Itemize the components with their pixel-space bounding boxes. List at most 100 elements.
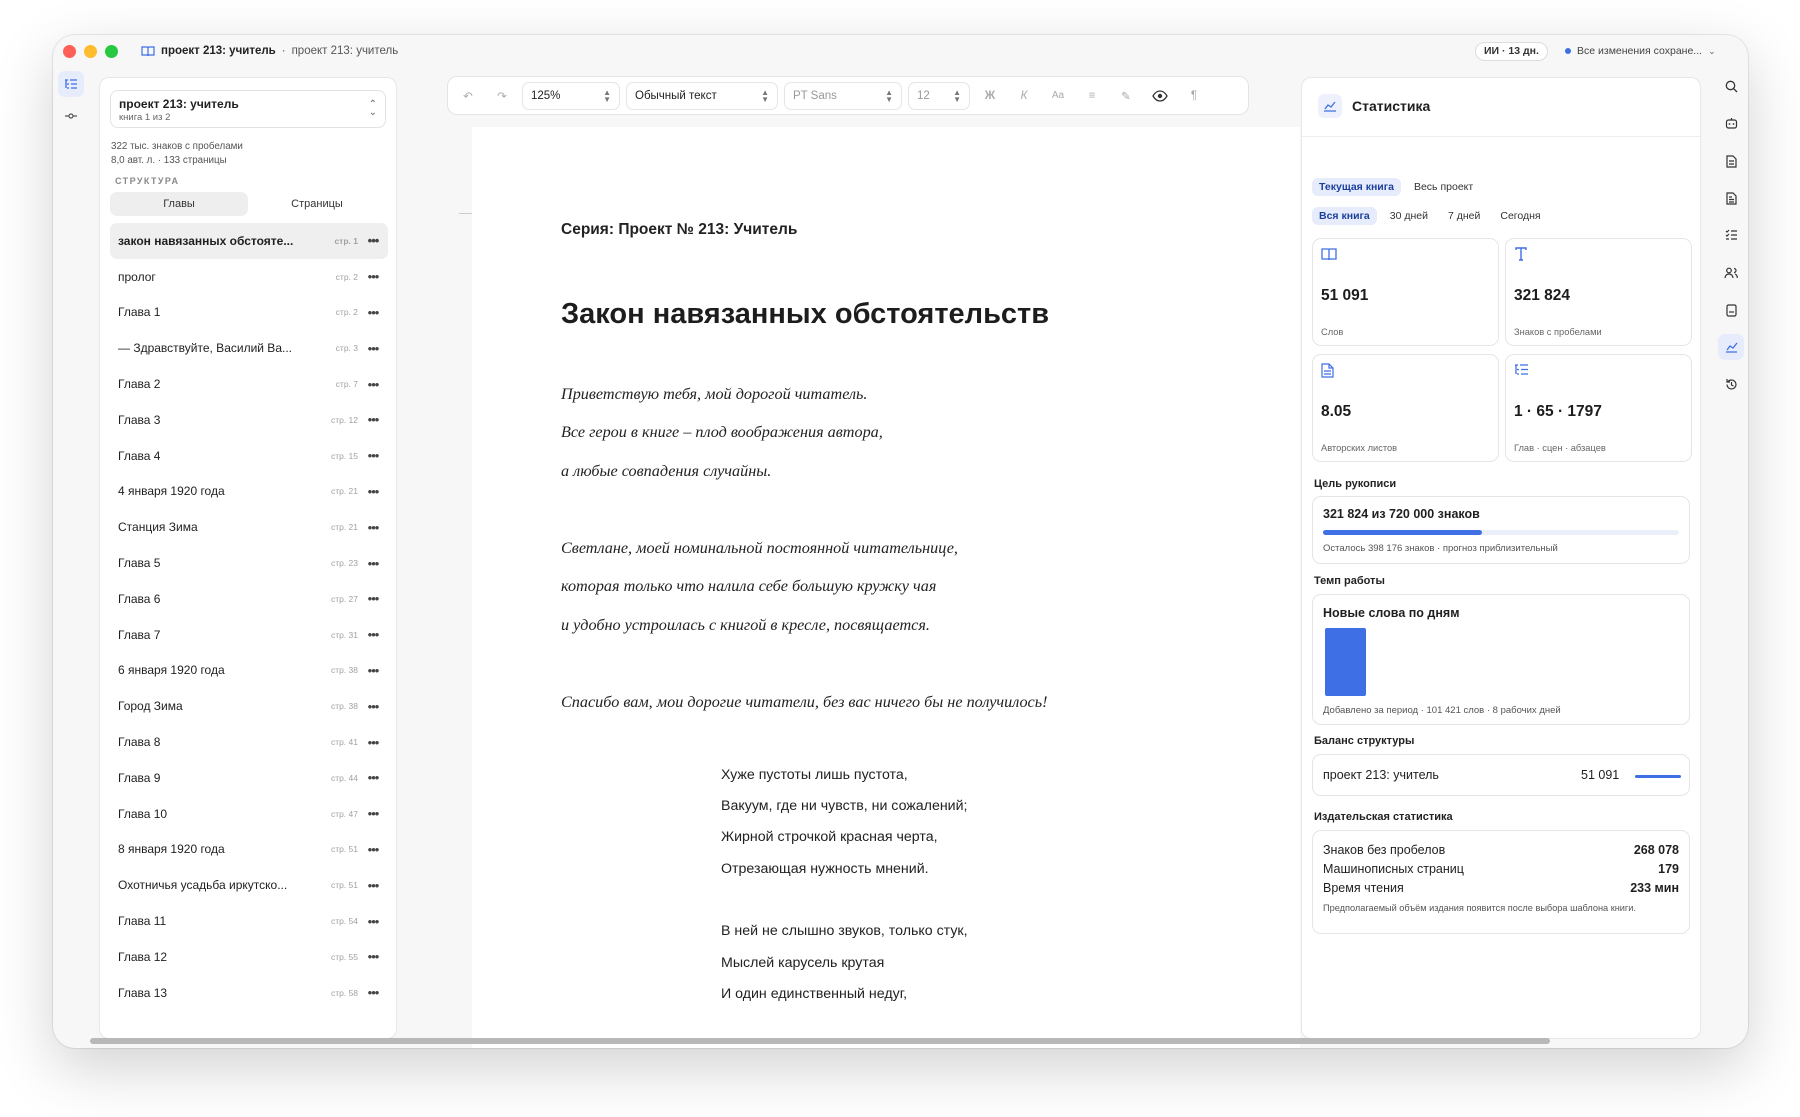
list-item[interactable]: Глава 5 стр. 23 ••• bbox=[110, 545, 388, 581]
more-icon[interactable]: ••• bbox=[366, 520, 380, 535]
tempo-bar[interactable] bbox=[1325, 628, 1366, 696]
list-item[interactable]: Станция Зима стр. 21 ••• bbox=[110, 509, 388, 545]
structure-panel-button[interactable] bbox=[58, 71, 84, 97]
list-item[interactable]: Глава 9 стр. 44 ••• bbox=[110, 760, 388, 796]
list-item[interactable]: 8 января 1920 года стр. 51 ••• bbox=[110, 832, 388, 868]
tab-7-days[interactable]: 7 дней bbox=[1441, 207, 1487, 225]
list-item[interactable]: Глава 11 стр. 54 ••• bbox=[110, 903, 388, 939]
goal-header: Цель рукописи bbox=[1314, 478, 1397, 490]
more-icon[interactable]: ••• bbox=[366, 735, 380, 750]
history-button[interactable] bbox=[1718, 371, 1744, 397]
list-item[interactable]: Глава 3 стр. 12 ••• bbox=[110, 402, 388, 438]
more-icon[interactable]: ••• bbox=[366, 842, 380, 857]
minimize-window-button[interactable] bbox=[84, 45, 97, 58]
more-icon[interactable]: ••• bbox=[366, 949, 380, 964]
list-item[interactable]: Глава 7 стр. 31 ••• bbox=[110, 617, 388, 653]
series-heading: Серия: Проект № 213: Учитель bbox=[561, 221, 798, 238]
more-icon[interactable]: ••• bbox=[366, 806, 380, 821]
list-item[interactable]: пролог стр. 2 ••• bbox=[110, 259, 388, 295]
pages-button[interactable] bbox=[1718, 185, 1744, 211]
book-button[interactable] bbox=[1718, 297, 1744, 323]
pilcrow-button[interactable]: ¶ bbox=[1180, 82, 1208, 110]
tab-current-book[interactable]: Текущая книга bbox=[1312, 178, 1401, 196]
characters-button[interactable] bbox=[1718, 260, 1744, 286]
list-item[interactable]: Глава 12 стр. 55 ••• bbox=[110, 939, 388, 975]
more-icon[interactable]: ••• bbox=[366, 484, 380, 499]
horizontal-scrollbar[interactable] bbox=[90, 1038, 1550, 1044]
pub-label: Время чтения bbox=[1323, 881, 1404, 895]
chapter-label: Глава 6 bbox=[118, 591, 161, 606]
project-selector[interactable]: проект 213: учитель книга 1 из 2 ⌃ ⌄ bbox=[110, 90, 386, 128]
more-icon[interactable]: ••• bbox=[366, 341, 380, 356]
period-tabs: Вся книга 30 дней 7 дней Сегодня bbox=[1312, 207, 1548, 225]
seg-chapters[interactable]: Главы bbox=[110, 192, 248, 216]
zoom-select[interactable]: 125% ▲ ▼ bbox=[522, 81, 620, 110]
list-item[interactable]: — Здравствуйте, Василий Ва... стр. 3 ••• bbox=[110, 330, 388, 366]
list-item[interactable]: Глава 8 стр. 41 ••• bbox=[110, 724, 388, 760]
chapter-label: Глава 7 bbox=[118, 627, 161, 642]
tab-whole-book[interactable]: Вся книга bbox=[1312, 207, 1377, 225]
chapter-page: стр. 21 bbox=[330, 486, 358, 497]
ai-assistant-button[interactable] bbox=[1718, 110, 1744, 136]
notes-button[interactable] bbox=[1718, 148, 1744, 174]
font-size-select[interactable]: 12 ▲ ▼ bbox=[908, 81, 970, 110]
tab-today[interactable]: Сегодня bbox=[1493, 207, 1547, 225]
list-item[interactable]: Город Зима стр. 38 ••• bbox=[110, 688, 388, 724]
more-icon[interactable]: ••• bbox=[366, 627, 380, 642]
document-page[interactable]: Серия: Проект № 213: Учитель Закон навяз… bbox=[472, 127, 1300, 1048]
search-button[interactable] bbox=[1718, 73, 1744, 99]
chapter-label: Охотничья усадьба иркутско... bbox=[118, 878, 288, 893]
list-item[interactable]: закон навязанных обстояте... стр. 1 ••• bbox=[110, 223, 388, 259]
case-button[interactable]: Aa bbox=[1044, 82, 1072, 110]
list-item[interactable]: 6 января 1920 года стр. 38 ••• bbox=[110, 653, 388, 689]
more-icon[interactable]: ••• bbox=[366, 556, 380, 571]
more-icon[interactable]: ••• bbox=[366, 412, 380, 427]
redo-button[interactable]: ↷ bbox=[488, 82, 516, 110]
more-icon[interactable]: ••• bbox=[366, 699, 380, 714]
seg-pages[interactable]: Страницы bbox=[248, 192, 386, 216]
checklist-button[interactable] bbox=[1718, 222, 1744, 248]
list-item[interactable]: Глава 4 стр. 15 ••• bbox=[110, 438, 388, 474]
align-button[interactable]: ≡ bbox=[1078, 82, 1106, 110]
list-item[interactable]: Глава 13 стр. 58 ••• bbox=[110, 975, 388, 1011]
font-select[interactable]: PT Sans ▲ ▼ bbox=[784, 81, 902, 110]
list-item[interactable]: Глава 2 стр. 7 ••• bbox=[110, 366, 388, 402]
more-icon[interactable]: ••• bbox=[366, 985, 380, 1000]
bold-button[interactable]: Ж bbox=[976, 82, 1004, 110]
more-icon[interactable]: ••• bbox=[366, 914, 380, 929]
tab-whole-project[interactable]: Весь проект bbox=[1407, 178, 1480, 196]
redo-icon: ↷ bbox=[497, 90, 507, 103]
more-icon[interactable]: ••• bbox=[366, 233, 380, 248]
chapter-label: Глава 1 bbox=[118, 305, 161, 320]
more-icon[interactable]: ••• bbox=[366, 663, 380, 678]
list-item[interactable]: 4 января 1920 года стр. 21 ••• bbox=[110, 474, 388, 510]
collapse-button[interactable] bbox=[58, 103, 84, 129]
more-icon[interactable]: ••• bbox=[366, 377, 380, 392]
preview-button[interactable] bbox=[1146, 82, 1174, 110]
italic-button[interactable]: К bbox=[1010, 82, 1038, 110]
marker-button[interactable]: ✎ bbox=[1112, 82, 1140, 110]
more-icon[interactable]: ••• bbox=[366, 269, 380, 284]
statistics-header: Статистика bbox=[1318, 94, 1430, 118]
close-window-button[interactable] bbox=[63, 45, 76, 58]
more-icon[interactable]: ••• bbox=[366, 878, 380, 893]
save-status[interactable]: Все изменения сохране... ⌄ bbox=[1565, 45, 1716, 57]
list-item[interactable]: Глава 6 стр. 27 ••• bbox=[110, 581, 388, 617]
undo-button[interactable]: ↶ bbox=[454, 82, 482, 110]
list-item[interactable]: Глава 1 стр. 2 ••• bbox=[110, 295, 388, 331]
paragraph-style-select[interactable]: Обычный текст ▲ ▼ bbox=[626, 81, 778, 110]
more-icon[interactable]: ••• bbox=[366, 770, 380, 785]
statistics-button[interactable] bbox=[1718, 334, 1744, 360]
more-icon[interactable]: ••• bbox=[366, 591, 380, 606]
list-item[interactable]: Охотничья усадьба иркутско... стр. 51 ••• bbox=[110, 867, 388, 903]
font-value: PT Sans bbox=[793, 89, 837, 102]
list-item[interactable]: Глава 10 стр. 47 ••• bbox=[110, 796, 388, 832]
ai-badge[interactable]: ИИ · 13 дн. bbox=[1475, 42, 1548, 61]
structure-label: СТРУКТУРА bbox=[115, 176, 180, 186]
more-icon[interactable]: ••• bbox=[366, 448, 380, 463]
more-icon[interactable]: ••• bbox=[366, 305, 380, 320]
goal-value: 321 824 из 720 000 знаков bbox=[1323, 507, 1480, 521]
tab-30-days[interactable]: 30 дней bbox=[1383, 207, 1435, 225]
maximize-window-button[interactable] bbox=[105, 45, 118, 58]
checklist-icon bbox=[1725, 229, 1737, 240]
